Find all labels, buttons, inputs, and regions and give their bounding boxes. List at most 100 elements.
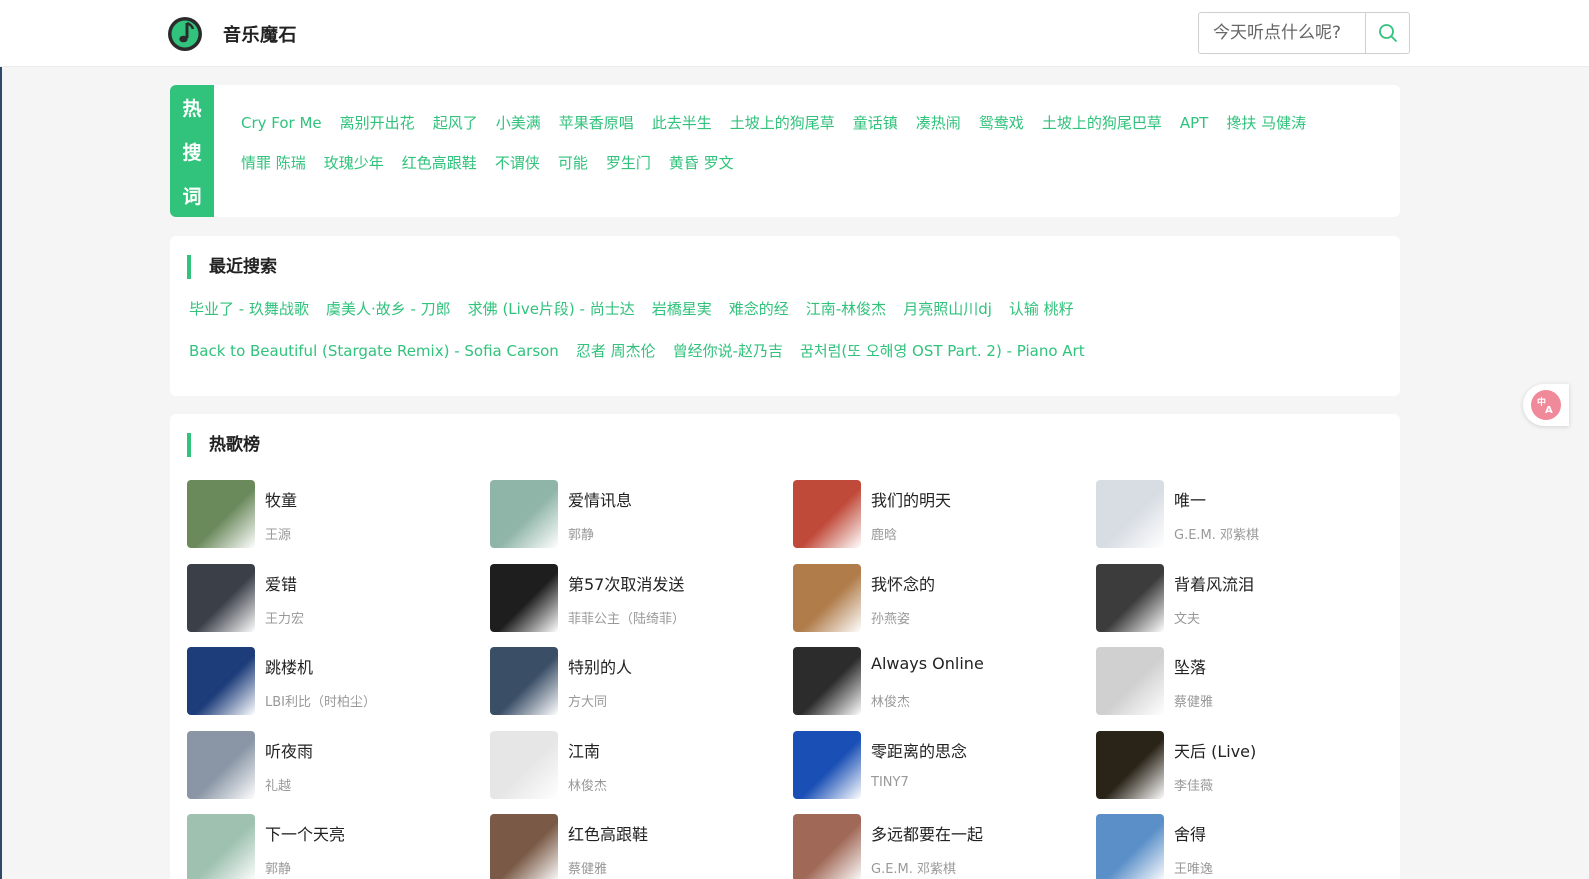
hot-search-item[interactable]: 凑热闹 bbox=[916, 103, 961, 143]
song-artist[interactable]: G.E.M. 邓紫棋 bbox=[1174, 524, 1259, 543]
hot-search-item[interactable]: 土坡上的狗尾草 bbox=[730, 103, 835, 143]
song-artist[interactable]: 林俊杰 bbox=[568, 775, 607, 794]
song-artist[interactable]: 菲菲公主（陆绮菲） bbox=[568, 608, 685, 627]
album-cover[interactable] bbox=[187, 647, 255, 715]
hot-search-item[interactable]: 搀扶 马健涛 bbox=[1226, 103, 1306, 143]
recent-search-item[interactable]: 曾经你说-赵乃吉 bbox=[673, 330, 783, 372]
album-cover[interactable] bbox=[793, 731, 861, 799]
hot-search-item[interactable]: 黄昏 罗文 bbox=[669, 143, 734, 183]
album-cover[interactable] bbox=[490, 480, 558, 548]
song-title[interactable]: 零距离的思念 bbox=[871, 738, 967, 762]
hot-search-item[interactable]: 可能 bbox=[558, 143, 588, 183]
song-artist[interactable]: 孙燕姿 bbox=[871, 608, 910, 627]
song-title[interactable]: 我怀念的 bbox=[871, 571, 935, 595]
song-item[interactable]: 听夜雨 礼越 bbox=[187, 731, 477, 799]
song-artist[interactable]: 王唯逸 bbox=[1174, 858, 1213, 877]
song-item[interactable]: 零距离的思念 TINY7 bbox=[793, 731, 1083, 799]
hot-search-item[interactable]: 小美满 bbox=[496, 103, 541, 143]
song-artist[interactable]: 王力宏 bbox=[265, 608, 304, 627]
song-item[interactable]: 牧童 王源 bbox=[187, 480, 477, 548]
song-artist[interactable]: 林俊杰 bbox=[871, 691, 910, 710]
song-artist[interactable]: 文夫 bbox=[1174, 608, 1200, 627]
album-cover[interactable] bbox=[1096, 814, 1164, 879]
album-cover[interactable] bbox=[187, 814, 255, 879]
song-artist[interactable]: 郭静 bbox=[265, 858, 291, 877]
song-title[interactable]: Always Online bbox=[871, 654, 984, 673]
album-cover[interactable] bbox=[793, 564, 861, 632]
album-cover[interactable] bbox=[1096, 647, 1164, 715]
song-item[interactable]: 唯一 G.E.M. 邓紫棋 bbox=[1096, 480, 1386, 548]
song-title[interactable]: 爱错 bbox=[265, 571, 297, 595]
recent-search-item[interactable]: 忍者 周杰伦 bbox=[576, 330, 656, 372]
song-artist[interactable]: 蔡健雅 bbox=[568, 858, 607, 877]
album-cover[interactable] bbox=[187, 564, 255, 632]
recent-search-item[interactable]: 江南-林俊杰 bbox=[806, 288, 886, 330]
hot-search-item[interactable]: 罗生门 bbox=[606, 143, 651, 183]
song-item[interactable]: 第57次取消发送菲菲公主（陆绮菲） bbox=[490, 564, 780, 632]
song-artist[interactable]: 蔡健雅 bbox=[1174, 691, 1213, 710]
song-title[interactable]: 舍得 bbox=[1174, 821, 1206, 845]
hot-search-item[interactable]: APT bbox=[1180, 103, 1208, 143]
recent-search-item[interactable]: 求佛 (Live片段) - 尚士达 bbox=[468, 288, 635, 330]
song-item[interactable]: 坠落 蔡健雅 bbox=[1096, 647, 1386, 715]
search-input[interactable] bbox=[1199, 13, 1365, 53]
recent-search-item[interactable]: Back to Beautiful (Stargate Remix) - Sof… bbox=[189, 330, 559, 372]
album-cover[interactable] bbox=[1096, 480, 1164, 548]
hot-search-item[interactable]: 土坡上的狗尾巴草 bbox=[1042, 103, 1162, 143]
hot-search-item[interactable]: 红色高跟鞋 bbox=[402, 143, 477, 183]
song-title[interactable]: 听夜雨 bbox=[265, 738, 313, 762]
song-item[interactable]: 我怀念的 孙燕姿 bbox=[793, 564, 1083, 632]
album-cover[interactable] bbox=[793, 480, 861, 548]
song-item[interactable]: 特别的人 方大同 bbox=[490, 647, 780, 715]
song-item[interactable]: 跳楼机 LBI利比（时柏尘） bbox=[187, 647, 477, 715]
song-title[interactable]: 背着风流泪 bbox=[1174, 571, 1254, 595]
song-title[interactable]: 江南 bbox=[568, 738, 600, 762]
hot-search-item[interactable]: 不谓侠 bbox=[495, 143, 540, 183]
album-cover[interactable] bbox=[793, 814, 861, 879]
hot-search-item[interactable]: 此去半生 bbox=[652, 103, 712, 143]
recent-search-item[interactable]: 月亮照山川dj bbox=[903, 288, 992, 330]
song-artist[interactable]: 鹿晗 bbox=[871, 524, 897, 543]
album-cover[interactable] bbox=[490, 647, 558, 715]
song-title[interactable]: 坠落 bbox=[1174, 654, 1206, 678]
song-item[interactable]: Always Online 林俊杰 bbox=[793, 647, 1083, 715]
song-item[interactable]: 爱情讯息 郭静 bbox=[490, 480, 780, 548]
song-artist[interactable]: LBI利比（时柏尘） bbox=[265, 691, 376, 710]
album-cover[interactable] bbox=[793, 647, 861, 715]
song-item[interactable]: 舍得 王唯逸 bbox=[1096, 814, 1386, 879]
song-title[interactable]: 红色高跟鞋 bbox=[568, 821, 648, 845]
hot-search-item[interactable]: 鸳鸯戏 bbox=[979, 103, 1024, 143]
hot-search-item[interactable]: Cry For Me bbox=[241, 103, 322, 143]
song-item[interactable]: 背着风流泪 文夫 bbox=[1096, 564, 1386, 632]
song-item[interactable]: 红色高跟鞋 蔡健雅 bbox=[490, 814, 780, 879]
hot-search-item[interactable]: 情罪 陈瑞 bbox=[241, 143, 306, 183]
song-item[interactable]: 我们的明天 鹿晗 bbox=[793, 480, 1083, 548]
song-title[interactable]: 我们的明天 bbox=[871, 487, 951, 511]
song-title[interactable]: 跳楼机 bbox=[265, 654, 313, 678]
song-item[interactable]: 下一个天亮 郭静 bbox=[187, 814, 477, 879]
recent-search-item[interactable]: 虞美人·故乡 - 刀郎 bbox=[326, 288, 451, 330]
song-item[interactable]: 爱错 王力宏 bbox=[187, 564, 477, 632]
song-title[interactable]: 牧童 bbox=[265, 487, 297, 511]
song-title[interactable]: 天后 (Live) bbox=[1174, 738, 1256, 762]
song-artist[interactable]: TINY7 bbox=[871, 775, 909, 790]
song-title[interactable]: 特别的人 bbox=[568, 654, 632, 678]
album-cover[interactable] bbox=[490, 731, 558, 799]
app-title[interactable]: 音乐魔石 bbox=[223, 21, 297, 47]
song-artist[interactable]: 李佳薇 bbox=[1174, 775, 1213, 794]
song-title[interactable]: 下一个天亮 bbox=[265, 821, 345, 845]
song-title[interactable]: 第57次取消发送 bbox=[568, 571, 684, 595]
recent-search-item[interactable]: 认输 桃籽 bbox=[1009, 288, 1074, 330]
song-artist[interactable]: G.E.M. 邓紫棋 bbox=[871, 858, 956, 877]
album-cover[interactable] bbox=[1096, 731, 1164, 799]
album-cover[interactable] bbox=[490, 814, 558, 879]
album-cover[interactable] bbox=[490, 564, 558, 632]
hot-search-item[interactable]: 起风了 bbox=[433, 103, 478, 143]
recent-search-item[interactable]: 꿈처럼(또 오해영 OST Part. 2) - Piano Art bbox=[800, 330, 1085, 372]
song-item[interactable]: 天后 (Live) 李佳薇 bbox=[1096, 731, 1386, 799]
song-artist[interactable]: 郭静 bbox=[568, 524, 594, 543]
hot-search-item[interactable]: 童话镇 bbox=[853, 103, 898, 143]
song-artist[interactable]: 方大同 bbox=[568, 691, 607, 710]
album-cover[interactable] bbox=[187, 480, 255, 548]
album-cover[interactable] bbox=[1096, 564, 1164, 632]
